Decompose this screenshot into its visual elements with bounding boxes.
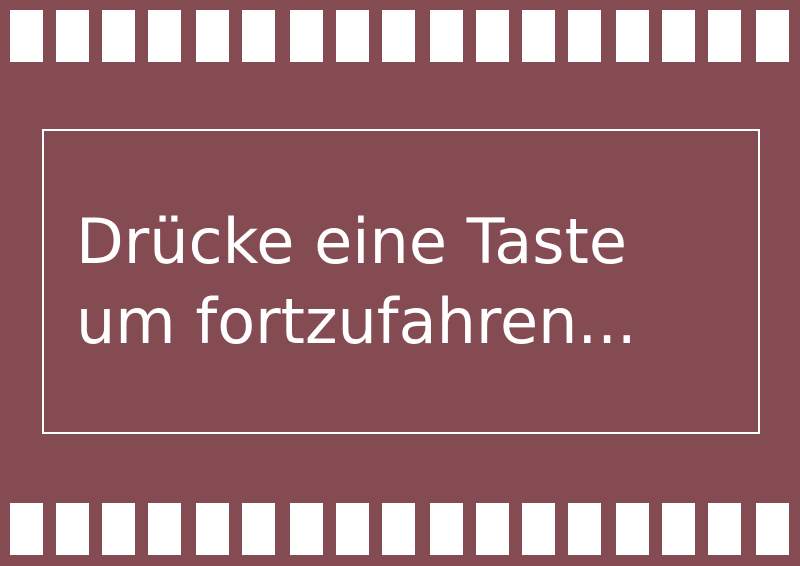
- film-strip-block-top-15: [662, 10, 695, 62]
- continue-prompt-line-2: um fortzufahren...: [76, 285, 637, 358]
- top-film-strip: [0, 10, 800, 62]
- film-strip-block-top-7: [290, 10, 323, 62]
- film-strip-block-bottom-11: [476, 503, 509, 555]
- film-strip-block-top-14: [616, 10, 649, 62]
- film-strip-block-bottom-17: [756, 503, 789, 555]
- film-strip-block-top-8: [336, 10, 369, 62]
- film-strip-block-bottom-13: [568, 503, 601, 555]
- film-strip-block-bottom-8: [336, 503, 369, 555]
- film-strip-block-top-4: [148, 10, 181, 62]
- film-strip-block-top-13: [568, 10, 601, 62]
- film-strip-block-bottom-16: [708, 503, 741, 555]
- film-strip-block-bottom-4: [148, 503, 181, 555]
- film-strip-block-bottom-7: [290, 503, 323, 555]
- film-strip-block-top-16: [708, 10, 741, 62]
- film-strip-block-bottom-14: [616, 503, 649, 555]
- continue-prompt-line-1: Drücke eine Taste: [76, 205, 628, 278]
- film-strip-block-top-5: [196, 10, 229, 62]
- film-strip-block-top-11: [476, 10, 509, 62]
- film-strip-block-top-12: [522, 10, 555, 62]
- film-strip-block-bottom-2: [56, 503, 89, 555]
- film-strip-block-top-17: [756, 10, 789, 62]
- film-strip-block-top-3: [102, 10, 135, 62]
- film-strip-block-bottom-10: [430, 503, 463, 555]
- film-strip-block-bottom-1: [10, 503, 43, 555]
- film-strip-block-top-1: [10, 10, 43, 62]
- film-strip-block-top-10: [430, 10, 463, 62]
- film-strip-block-top-2: [56, 10, 89, 62]
- film-strip-block-bottom-15: [662, 503, 695, 555]
- film-strip-block-bottom-12: [522, 503, 555, 555]
- continue-prompt: Drücke eine Taste um fortzufahren...: [76, 202, 637, 362]
- film-strip-block-bottom-5: [196, 503, 229, 555]
- film-strip-block-bottom-3: [102, 503, 135, 555]
- film-strip-block-bottom-9: [382, 503, 415, 555]
- film-strip-block-top-9: [382, 10, 415, 62]
- bottom-film-strip: [0, 503, 800, 555]
- film-strip-block-bottom-6: [242, 503, 275, 555]
- film-strip-block-top-6: [242, 10, 275, 62]
